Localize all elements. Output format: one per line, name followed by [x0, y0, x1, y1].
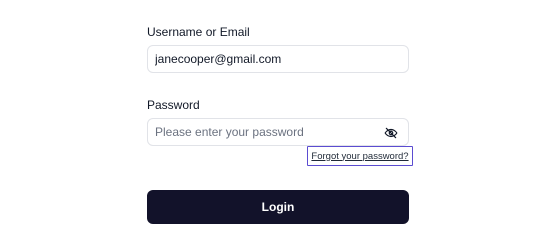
password-field-wrapper	[147, 118, 409, 146]
login-button[interactable]: Login	[147, 190, 409, 224]
username-input[interactable]	[148, 46, 408, 72]
password-label: Password	[147, 98, 200, 112]
eye-off-icon[interactable]	[383, 125, 399, 141]
username-field-wrapper	[147, 45, 409, 73]
username-label: Username or Email	[147, 25, 250, 39]
forgot-password-link[interactable]: Forgot your password?	[307, 146, 413, 166]
password-input[interactable]	[148, 119, 408, 145]
